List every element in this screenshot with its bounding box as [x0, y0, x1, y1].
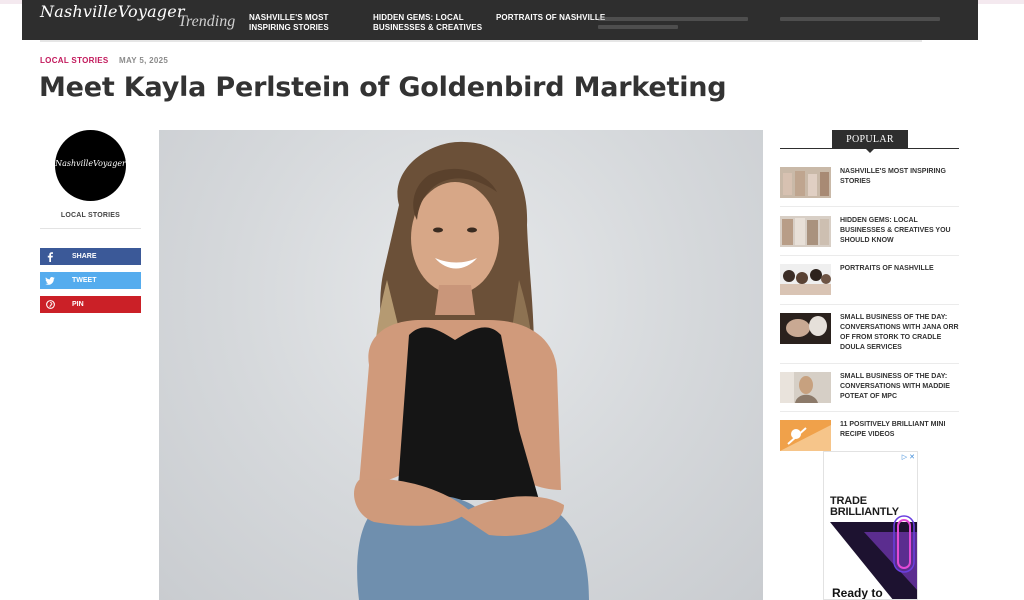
share-label: SHARE	[72, 253, 97, 260]
trending-label: Trending	[178, 13, 236, 30]
popular-separator	[780, 411, 959, 412]
article-category-link[interactable]: LOCAL STORIES	[40, 56, 109, 65]
article-title: Meet Kayla Perlstein of Goldenbird Marke…	[39, 72, 727, 103]
portrait-illustration	[354, 141, 589, 600]
pin-label: PIN	[72, 301, 84, 308]
popular-item-title[interactable]: PORTRAITS OF NASHVILLE	[840, 264, 960, 274]
popular-heading: POPULAR	[832, 130, 908, 149]
pinterest-icon	[40, 296, 60, 313]
popular-item-title[interactable]: NASHVILLE'S MOST INSPIRING STORIES	[840, 167, 960, 187]
page: NashvilleVoyager Trending NASHVILLE'S MO…	[0, 0, 1024, 600]
popular-thumbnail[interactable]	[780, 216, 831, 247]
twitter-share-button[interactable]: TWEET	[40, 272, 141, 289]
ad-headline: TRADE BRILLIANTLY	[830, 495, 899, 518]
author-avatar[interactable]: NashvilleVoyager	[55, 130, 126, 201]
tweet-label: TWEET	[72, 277, 97, 284]
popular-item-title[interactable]: SMALL BUSINESS OF THE DAY: CONVERSATIONS…	[840, 372, 960, 402]
twitter-icon	[40, 272, 60, 289]
facebook-icon	[40, 248, 60, 265]
popular-thumbnail[interactable]	[780, 313, 831, 344]
site-logo[interactable]: NashvilleVoyager	[40, 2, 185, 21]
popular-item-title[interactable]: SMALL BUSINESS OF THE DAY: CONVERSATIONS…	[840, 313, 960, 353]
popular-separator	[780, 255, 959, 256]
popular-thumbnail[interactable]	[780, 420, 831, 451]
faded-trending-text	[780, 17, 940, 37]
author-divider	[40, 228, 141, 229]
ad-footer-text: Ready to	[832, 586, 883, 600]
article-hero-photo	[159, 130, 763, 600]
popular-item-title[interactable]: 11 POSITIVELY BRILLIANT MINI RECIPE VIDE…	[840, 420, 960, 440]
popular-separator	[780, 363, 959, 364]
popular-thumbnail[interactable]	[780, 264, 831, 295]
popular-thumbnail[interactable]	[780, 167, 831, 198]
pinterest-share-button[interactable]: PIN	[40, 296, 141, 313]
ad-graphic	[830, 515, 917, 599]
facebook-share-button[interactable]: SHARE	[40, 248, 141, 265]
popular-heading-pointer	[866, 149, 874, 153]
header-divider	[40, 40, 922, 42]
trending-link-hidden-gems[interactable]: HIDDEN GEMS: LOCAL BUSINESSES & CREATIVE…	[373, 13, 483, 33]
author-name-link[interactable]: LOCAL STORIES	[40, 212, 141, 219]
sidebar-advertisement[interactable]: ▷ ✕ TRADE BRILLIANTLY Ready to	[823, 451, 918, 600]
popular-thumbnail[interactable]	[780, 372, 831, 403]
popular-separator	[780, 304, 959, 305]
avatar-logo-text: NashvilleVoyager	[55, 159, 126, 168]
faded-trending-text	[598, 17, 748, 37]
trending-link-inspiring-stories[interactable]: NASHVILLE'S MOST INSPIRING STORIES	[249, 13, 339, 33]
popular-separator	[780, 206, 959, 207]
article-date: MAY 5, 2025	[119, 56, 169, 65]
popular-item-title[interactable]: HIDDEN GEMS: LOCAL BUSINESSES & CREATIVE…	[840, 216, 960, 246]
